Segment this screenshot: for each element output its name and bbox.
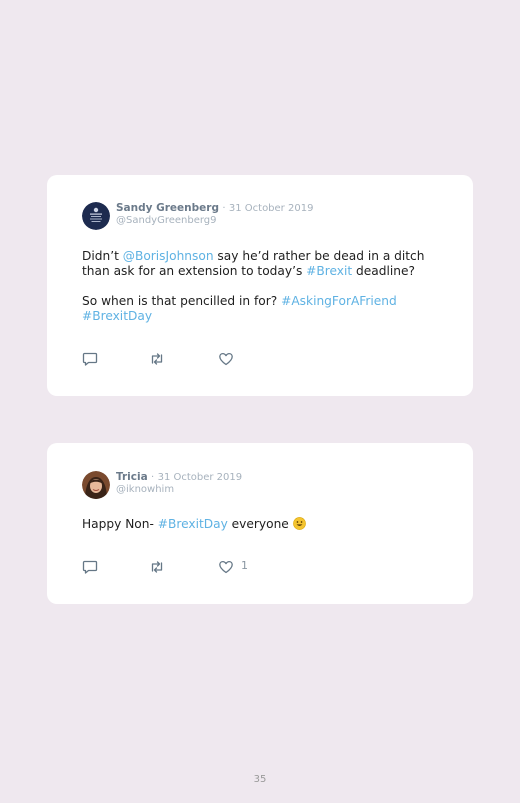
hashtag-link[interactable]: #BrexitDay: [82, 309, 152, 323]
hashtag-link[interactable]: #AskingForAFriend: [281, 294, 397, 308]
hashtag-link[interactable]: #BrexitDay: [158, 517, 228, 531]
author-meta: Sandy Greenberg · 31 October 2019 @Sandy…: [116, 202, 313, 227]
separator: ·: [151, 472, 155, 483]
avatar[interactable]: [82, 202, 110, 230]
tweet-text: than ask for an extension to today’s: [82, 264, 307, 278]
tweet-text: deadline?: [352, 264, 415, 278]
smiley-emoji-icon: [292, 517, 306, 530]
tweet-paragraph: So when is that pencilled in for? #Askin…: [82, 294, 425, 324]
tweet-date[interactable]: 31 October 2019: [158, 472, 243, 483]
tweet-body: Didn’t @BorisJohnson say he’d rather be …: [82, 249, 425, 324]
government-crest-avatar-icon: [82, 202, 110, 230]
tweet-card: Sandy Greenberg · 31 October 2019 @Sandy…: [47, 175, 473, 396]
tweet-body: Happy Non- #BrexitDay everyone: [82, 517, 306, 532]
retweet-icon[interactable]: [149, 351, 165, 367]
tweet-text: So when is that pencilled in for?: [82, 294, 282, 308]
tweet-text: say he’d rather be dead in a ditch: [213, 249, 425, 263]
tweet-text: everyone: [227, 517, 293, 531]
author-meta: Tricia · 31 October 2019 @iknowhim: [116, 471, 242, 496]
tweet-text: Didn’t: [82, 249, 123, 263]
tweet-header: Tricia · 31 October 2019 @iknowhim: [82, 471, 242, 499]
author-name[interactable]: Tricia: [116, 471, 148, 483]
tweet-paragraph: Didn’t @BorisJohnson say he’d rather be …: [82, 249, 425, 279]
woman-portrait-avatar-icon: [82, 471, 110, 499]
retweet-icon[interactable]: [149, 559, 165, 575]
page-number: 35: [253, 774, 267, 785]
heart-icon[interactable]: [218, 351, 234, 367]
author-handle[interactable]: @iknowhim: [116, 484, 242, 496]
reply-icon[interactable]: [82, 351, 98, 367]
tweet-text: Happy Non-: [82, 517, 158, 531]
like-count: 1: [241, 559, 248, 572]
tweet-header: Sandy Greenberg · 31 October 2019 @Sandy…: [82, 202, 313, 230]
tweet-date[interactable]: 31 October 2019: [229, 203, 314, 214]
heart-icon[interactable]: [218, 559, 234, 575]
author-name[interactable]: Sandy Greenberg: [116, 202, 219, 214]
hashtag-link[interactable]: #Brexit: [306, 264, 352, 278]
separator: ·: [222, 203, 226, 214]
tweet-card: Tricia · 31 October 2019 @iknowhim Happy…: [47, 443, 473, 604]
author-handle[interactable]: @SandyGreenberg9: [116, 215, 313, 227]
mention-link[interactable]: @BorisJohnson: [123, 249, 214, 263]
avatar[interactable]: [82, 471, 110, 499]
reply-icon[interactable]: [82, 559, 98, 575]
